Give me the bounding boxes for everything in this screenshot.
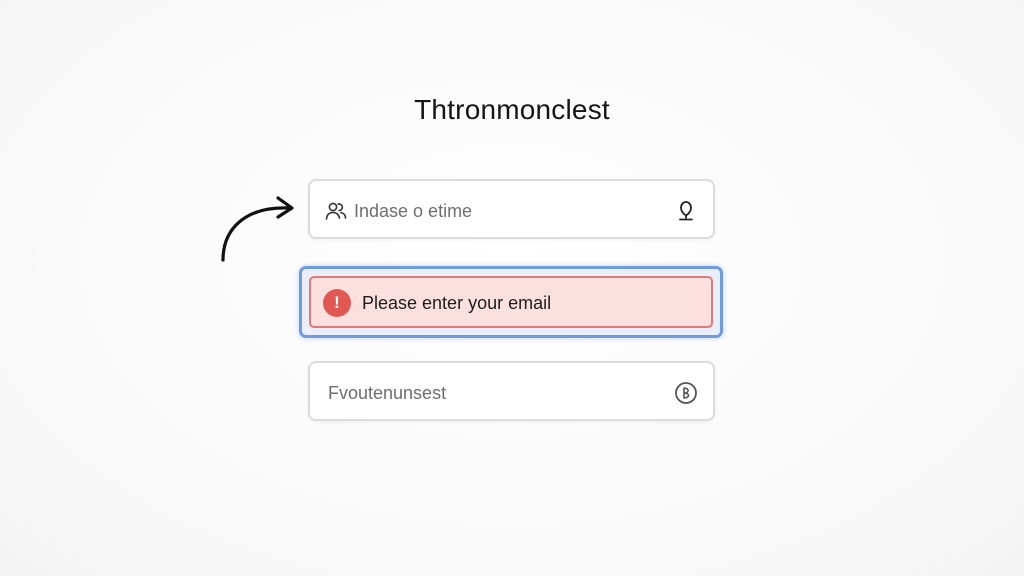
curved-arrow-icon [221,196,294,262]
page: Thtronmonclest Indase o etime ! Please e… [0,0,1024,576]
bottom-field-value: Fvoutenunsest [328,383,447,403]
users-icon [325,202,347,220]
error-message: Please enter your email [362,293,552,313]
bottom-input-field[interactable]: Fvoutenunsest [308,361,715,421]
alert-icon: ! [323,289,351,317]
page-title: Thtronmonclest [414,94,610,125]
info-circle-icon[interactable] [673,380,699,406]
microphone-icon[interactable] [673,198,699,224]
top-field-value: Indase o etime [354,201,473,221]
email-error-focus-ring[interactable]: ! Please enter your email [299,266,723,338]
top-input-field[interactable]: Indase o etime [308,179,715,239]
email-error-alert[interactable]: ! Please enter your email [309,276,713,328]
